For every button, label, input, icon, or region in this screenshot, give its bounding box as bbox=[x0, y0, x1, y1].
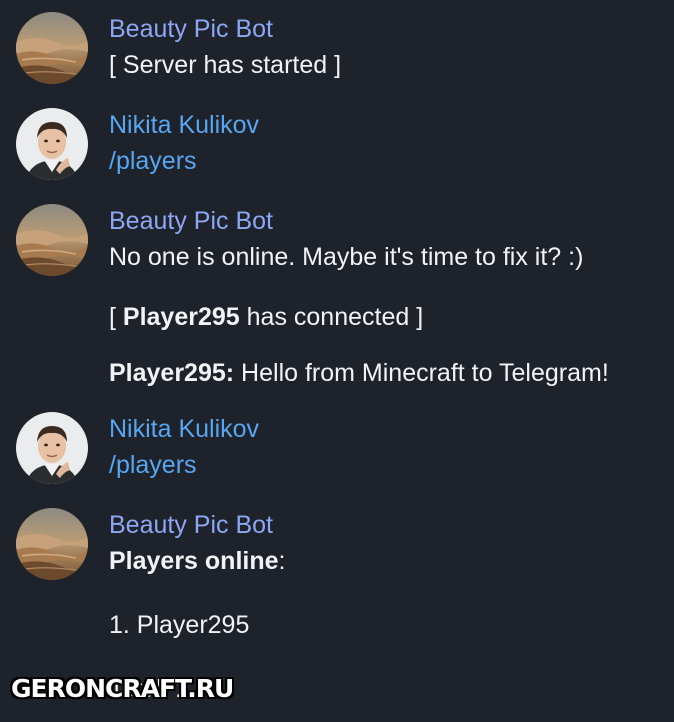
player-name: Player295 bbox=[122, 303, 240, 331]
bot-avatar[interactable] bbox=[16, 12, 88, 84]
heading-bold: Players online bbox=[109, 547, 279, 575]
message-text: [ Server has started ] bbox=[109, 51, 342, 79]
sand-dunes-avatar bbox=[16, 204, 88, 276]
sand-dunes-avatar bbox=[16, 12, 88, 84]
bot-avatar[interactable] bbox=[16, 508, 88, 580]
sender-name[interactable]: Nikita Kulikov bbox=[109, 109, 259, 141]
heading-colon: : bbox=[278, 547, 286, 575]
user-avatar[interactable] bbox=[16, 108, 88, 180]
sender-name[interactable]: Beauty Pic Bot bbox=[109, 205, 273, 237]
sender-name[interactable]: Beauty Pic Bot bbox=[109, 13, 273, 45]
chat-history: Beauty Pic Bot [ Server has started ] Ni… bbox=[0, 0, 674, 722]
message-group: Beauty Pic Bot No one is online. Maybe i… bbox=[0, 192, 674, 400]
bracket-open: [ bbox=[109, 303, 123, 331]
message-group: Nikita Kulikov /players bbox=[0, 96, 674, 192]
connect-text: has connected ] bbox=[239, 303, 424, 331]
chat-text: Hello from Minecraft to Telegram! bbox=[234, 359, 609, 387]
player-name: Player295: bbox=[109, 359, 235, 387]
person-photo-avatar bbox=[16, 108, 88, 180]
message-group: Nikita Kulikov /players bbox=[0, 400, 674, 496]
message-group: Beauty Pic Bot [ Server has started ] bbox=[0, 0, 674, 96]
player-list-item: 1. Player295 bbox=[109, 611, 250, 639]
bot-avatar[interactable] bbox=[16, 204, 88, 276]
connect-notice: [ Player295 has connected ] bbox=[109, 301, 423, 333]
players-heading: Players online: bbox=[109, 545, 285, 577]
relayed-chat: Player295: Hello from Minecraft to Teleg… bbox=[109, 357, 609, 389]
command-link[interactable]: /players bbox=[109, 449, 197, 481]
command-link[interactable]: /players bbox=[109, 145, 197, 177]
sender-name[interactable]: Beauty Pic Bot bbox=[109, 509, 273, 541]
message-text: No one is online. Maybe it's time to fix… bbox=[109, 243, 584, 271]
user-avatar[interactable] bbox=[16, 412, 88, 484]
site-watermark: GERONCRAFT.RU bbox=[11, 674, 234, 703]
sender-name[interactable]: Nikita Kulikov bbox=[109, 413, 259, 445]
sand-dunes-avatar bbox=[16, 508, 88, 580]
person-photo-avatar bbox=[16, 412, 88, 484]
